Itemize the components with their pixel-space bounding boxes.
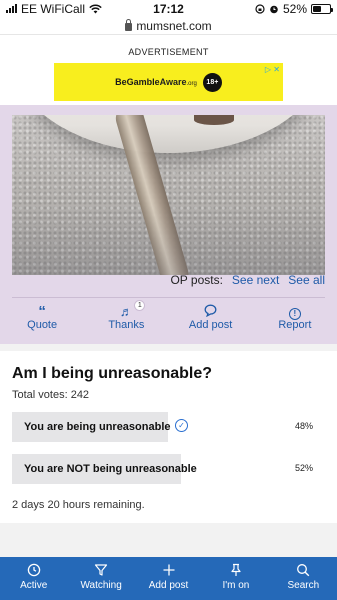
- nav-search[interactable]: Search: [270, 557, 337, 600]
- nav-active[interactable]: Active: [0, 557, 67, 600]
- post-card: OP posts: See next See all “ Quote ♬ 1 T…: [0, 105, 337, 344]
- nav-im-on[interactable]: I'm on: [202, 557, 269, 600]
- check-circle-icon: ✓: [175, 419, 188, 432]
- ad-brand-prefix: BeGamble: [115, 77, 160, 87]
- report-button[interactable]: ! Report: [253, 304, 337, 336]
- ad-brand-suffix: .org: [186, 81, 197, 87]
- clock-time: 17:12: [153, 2, 184, 16]
- nav-add-post[interactable]: Add post: [135, 557, 202, 600]
- see-all-link[interactable]: See all: [288, 273, 325, 287]
- post-divider: [12, 297, 325, 298]
- pin-icon: [229, 563, 243, 580]
- speech-bubble-icon: [204, 304, 217, 319]
- poll-option-not-unreasonable[interactable]: You are NOT being unreasonable 52%: [12, 454, 325, 484]
- report-label: Report: [278, 319, 312, 331]
- poll-option-percent: 52%: [294, 463, 313, 473]
- quote-icon: “: [38, 303, 46, 320]
- poll-option-label: You are being unreasonable: [24, 421, 171, 433]
- filter-icon: [94, 563, 108, 580]
- nav-watching[interactable]: Watching: [67, 557, 134, 600]
- wifi-icon: [89, 3, 102, 13]
- battery-icon: [311, 3, 333, 14]
- thanks-count-badge: 1: [134, 300, 146, 311]
- nav-add-post-label: Add post: [148, 580, 189, 591]
- carrier-name: EE WiFiCall: [21, 1, 86, 16]
- alert-icon: !: [288, 304, 301, 320]
- url-text: mumsnet.com: [136, 18, 212, 33]
- thanks-icon: ♬: [119, 304, 133, 319]
- shadow-shape: [12, 205, 325, 275]
- ad-label: ADVERTISEMENT: [128, 47, 209, 57]
- see-next-link[interactable]: See next: [232, 273, 279, 287]
- bottom-nav: Active Watching Add post I'm on Search: [0, 557, 337, 600]
- poll-option-unreasonable[interactable]: You are being unreasonable ✓ 48%: [12, 412, 325, 442]
- poll-option-percent: 48%: [294, 421, 313, 431]
- nav-im-on-label: I'm on: [222, 580, 250, 591]
- poll-option-label: You are NOT being unreasonable: [24, 463, 197, 475]
- thanks-label: Thanks: [108, 319, 145, 331]
- plate-shape: [12, 115, 325, 153]
- nav-active-label: Active: [20, 580, 48, 591]
- nav-watching-label: Watching: [80, 580, 122, 591]
- op-posts-label: OP posts:: [170, 273, 223, 287]
- advertisement: ADVERTISEMENT BeGambleAware.org 18+ ▷ ✕: [0, 34, 337, 105]
- status-right: 52%: [255, 1, 333, 16]
- battery-level: [313, 5, 322, 12]
- ad-brand-bold: Aware: [159, 77, 187, 87]
- poll-total-votes: Total votes: 242: [12, 389, 90, 401]
- poll-title: Am I being unreasonable?: [12, 365, 213, 382]
- post-actions: “ Quote ♬ 1 Thanks Add post ! Report: [0, 300, 337, 336]
- status-bar: EE WiFiCall 17:12 52%: [0, 0, 337, 17]
- address-bar[interactable]: mumsnet.com: [0, 17, 337, 34]
- thanks-button[interactable]: ♬ 1 Thanks: [84, 300, 168, 336]
- lock-rotation-icon: [255, 3, 265, 14]
- quote-button[interactable]: “ Quote: [0, 304, 84, 336]
- ad-brand: BeGambleAware.org: [115, 77, 197, 87]
- add-post-label: Add post: [188, 319, 233, 331]
- signal-icon: [6, 4, 17, 13]
- clock-icon: [27, 563, 41, 580]
- add-post-button[interactable]: Add post: [169, 304, 253, 336]
- adchoices-icon[interactable]: ▷ ✕: [265, 65, 280, 74]
- food-shape: [194, 115, 234, 125]
- op-posts-nav: OP posts: See next See all: [170, 273, 325, 287]
- search-icon: [296, 563, 310, 580]
- quote-label: Quote: [27, 319, 58, 331]
- plus-icon: [162, 563, 176, 580]
- status-left: EE WiFiCall: [6, 2, 102, 16]
- poll-time-remaining: 2 days 20 hours remaining.: [12, 499, 145, 511]
- post-photo[interactable]: [12, 115, 325, 275]
- nav-search-label: Search: [287, 580, 320, 591]
- ad-banner[interactable]: BeGambleAware.org 18+: [54, 63, 283, 101]
- battery-percent: 52%: [282, 1, 307, 16]
- poll-card: Am I being unreasonable? Total votes: 24…: [0, 351, 337, 523]
- lock-icon: [125, 18, 133, 31]
- alarm-icon: [270, 5, 278, 13]
- age-badge: 18+: [202, 72, 222, 92]
